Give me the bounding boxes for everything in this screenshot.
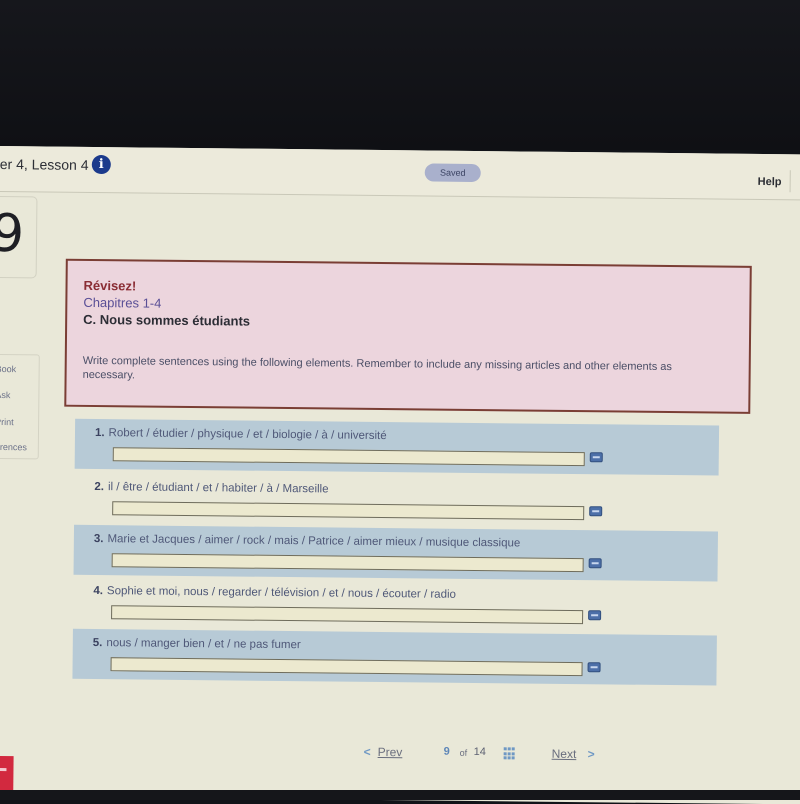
question-text: Marie et Jacques / aimer / rock / mais /… xyxy=(107,533,520,549)
lesson-title: er 4, Lesson 4 xyxy=(0,156,89,173)
tool-ask[interactable]: Ask xyxy=(0,390,10,400)
question-2: 2. il / être / étudiant / et / habiter / … xyxy=(74,473,718,530)
tool-ebook[interactable]: Book xyxy=(0,364,16,374)
question-prompt: 4. Sophie et moi, nous / regarder / télév… xyxy=(93,585,456,601)
top-bar: er 4, Lesson 4 i Saved Help xyxy=(0,146,800,200)
question-text: Sophie et moi, nous / regarder / télévis… xyxy=(107,585,456,601)
question-5: 5.nous / manger bien / et / ne pas fumer xyxy=(72,629,716,686)
next-button[interactable]: Next xyxy=(552,747,577,761)
question-number-label: 4. xyxy=(93,585,103,597)
page-of-label: of xyxy=(460,748,468,758)
answer-input-1[interactable] xyxy=(113,447,585,466)
keyboard-icon[interactable] xyxy=(589,558,602,568)
question-number: 9 xyxy=(0,204,24,264)
prompt-instructions: Write complete sentences using the follo… xyxy=(83,354,723,389)
question-number-label: 1. xyxy=(95,427,105,439)
total-pages: 14 xyxy=(474,746,486,758)
monitor-bezel-top xyxy=(0,0,800,150)
question-text: Robert / étudier / physique / et / biolo… xyxy=(109,427,387,442)
question-prompt: 2. il / être / étudiant / et / habiter / … xyxy=(94,481,328,495)
question-number-label: 3. xyxy=(94,533,104,545)
question-prompt: 3.Marie et Jacques / aimer / rock / mais… xyxy=(94,533,521,549)
tool-references[interactable]: erences xyxy=(0,442,27,452)
tool-print[interactable]: Print xyxy=(0,417,14,427)
answer-input-4[interactable] xyxy=(111,605,583,624)
keyboard-icon[interactable] xyxy=(588,662,601,672)
chevron-left-icon[interactable]: < xyxy=(364,745,371,759)
question-4: 4. Sophie et moi, nous / regarder / télév… xyxy=(73,577,717,634)
keyboard-icon[interactable] xyxy=(588,610,601,620)
keyboard-icon[interactable] xyxy=(590,452,603,462)
app-screen: er 4, Lesson 4 i Saved Help 9 Book Ask P… xyxy=(0,146,800,804)
prompt-box: Révisez! Chapitres 1-4 C. Nous sommes ét… xyxy=(64,259,752,414)
prompt-section-title: C. Nous sommes étudiants xyxy=(83,312,250,329)
answer-input-2[interactable] xyxy=(112,501,584,520)
keyboard-icon[interactable] xyxy=(589,506,602,516)
prompt-chapters: Chapitres 1-4 xyxy=(83,295,161,311)
answer-input-5[interactable] xyxy=(111,657,583,676)
prompt-heading: Révisez! xyxy=(83,278,136,294)
current-page: 9 xyxy=(444,746,450,758)
monitor-bezel-bottom xyxy=(0,790,800,800)
question-number-label: 5. xyxy=(93,637,103,649)
question-text: nous / manger bien / et / ne pas fumer xyxy=(106,637,300,651)
question-prompt: 1. Robert / étudier / physique / et / bio… xyxy=(95,427,387,442)
chevron-right-icon[interactable]: > xyxy=(588,747,595,761)
question-1: 1. Robert / étudier / physique / et / bio… xyxy=(75,419,719,476)
answer-input-3[interactable] xyxy=(112,553,584,572)
saved-status-badge: Saved xyxy=(425,163,481,182)
help-link[interactable]: Help xyxy=(758,176,782,188)
question-3: 3.Marie et Jacques / aimer / rock / mais… xyxy=(74,525,718,582)
header-divider xyxy=(790,170,791,192)
info-icon[interactable]: i xyxy=(92,155,111,174)
question-prompt: 5.nous / manger bien / et / ne pas fumer xyxy=(93,637,301,651)
question-text: il / être / étudiant / et / habiter / à … xyxy=(108,481,329,495)
grid-icon[interactable] xyxy=(504,747,517,760)
question-number-label: 2. xyxy=(94,481,104,493)
prev-button[interactable]: Prev xyxy=(378,745,403,759)
